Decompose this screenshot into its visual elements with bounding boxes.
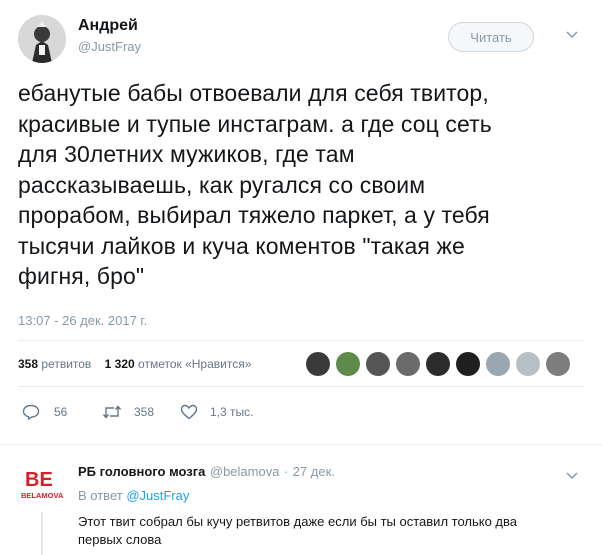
reply-to-handle[interactable]: @JustFray [126, 488, 189, 503]
liker-avatar[interactable] [486, 352, 510, 376]
liker-avatar[interactable] [366, 352, 390, 376]
reply-avatar[interactable]: BE BELAMOVA [20, 462, 64, 506]
heart-icon [180, 404, 198, 420]
liker-avatar[interactable] [546, 352, 570, 376]
divider [18, 386, 584, 387]
reply-to-prefix: В ответ [78, 488, 123, 503]
liker-avatar[interactable] [306, 352, 330, 376]
retweet-count: 358 [134, 405, 155, 419]
reply-header: РБ головного мозга @belamova · 27 дек. [78, 463, 335, 481]
likes-label: отметок «Нравится» [138, 357, 252, 371]
likers-list [306, 352, 570, 376]
tweet-text-line: красивые и тупые инстаграм. а где соц се… [18, 110, 492, 137]
reply-action[interactable]: 56 [22, 404, 67, 420]
liker-avatar[interactable] [516, 352, 540, 376]
retweet-icon [102, 405, 122, 419]
likes-stat[interactable]: 1 320 отметок «Нравится» [105, 357, 252, 371]
logo-bottom: BELAMOVA [21, 491, 64, 500]
retweets-label: ретвитов [41, 357, 92, 371]
reply-text: Этот твит собрал бы кучу ретвитов даже е… [78, 513, 588, 549]
likes-count: 1 320 [104, 357, 135, 371]
reply-icon [22, 404, 40, 420]
reply-separator: · [283, 464, 289, 479]
chevron-down-icon[interactable] [566, 26, 578, 42]
tweet-text-line: рассказываешь, как ругался со своим [18, 171, 426, 198]
tweet-text-line: фигня, бро" [18, 263, 145, 289]
author-handle[interactable]: @JustFray [78, 39, 141, 54]
reply-text-line: Этот твит собрал бы кучу ретвитов даже е… [78, 514, 518, 529]
retweets-count: 358 [18, 357, 39, 371]
belamova-logo: BE BELAMOVA [20, 462, 64, 506]
tweet-text-line: ебанутые бабы отвоевали для себя твитор, [18, 80, 489, 106]
reply-to: В ответ @JustFray [78, 488, 189, 503]
liker-avatar[interactable] [336, 352, 360, 376]
liker-avatar[interactable] [456, 352, 480, 376]
reply-text-line: первых слова [78, 532, 162, 547]
retweet-action[interactable]: 358 [102, 404, 154, 420]
tweet-text-line: прорабом, выбирал тяжело паркет, а у теб… [18, 202, 490, 228]
reply-author-handle[interactable]: @belamova [210, 464, 280, 479]
divider [18, 340, 584, 341]
liker-avatar[interactable] [396, 352, 420, 376]
thread-line [41, 512, 43, 555]
like-action[interactable]: 1,3 тыс. [180, 404, 253, 420]
author-avatar[interactable] [18, 15, 66, 63]
liker-avatar[interactable] [426, 352, 450, 376]
logo-top: BE [25, 469, 53, 491]
reply-menu-chevron-icon[interactable] [566, 467, 578, 483]
retweets-stat[interactable]: 358 ретвитов [18, 357, 91, 371]
follow-button[interactable]: Читать [448, 22, 534, 52]
tweet-text-line: тысячи лайков и куча коментов "такая же [18, 232, 465, 259]
reply-count: 56 [54, 405, 68, 419]
tweet-text: ебанутые бабы отвоевали для себя твитор,… [18, 78, 598, 292]
tweet-text-line: для 30летних мужиков, где там [18, 141, 355, 167]
like-count: 1,3 тыс. [210, 405, 254, 419]
author-avatar-image [18, 15, 66, 63]
reply-date[interactable]: 27 дек. [293, 464, 335, 479]
divider [0, 444, 602, 445]
author-name[interactable]: Андрей [78, 17, 138, 35]
reply-author-name[interactable]: РБ головного мозга [78, 464, 205, 479]
tweet-stats: 358 ретвитов 1 320 отметок «Нравится» [18, 357, 251, 371]
tweet-timestamp[interactable]: 13:07 - 26 дек. 2017 г. [18, 313, 147, 328]
